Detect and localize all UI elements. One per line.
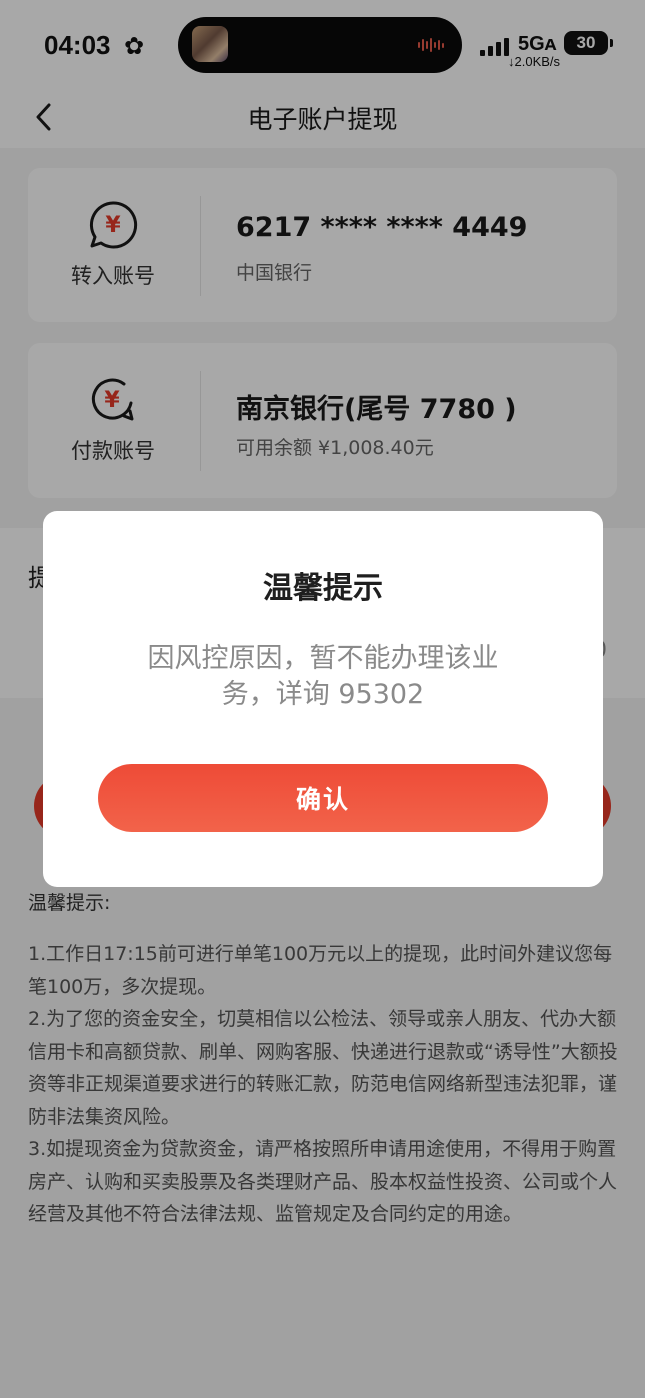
alert-dialog: 温馨提示 因风控原因，暂不能办理该业务，详询 95302 确认	[43, 511, 603, 887]
dialog-message: 因风控原因，暂不能办理该业务，详询 95302	[147, 643, 499, 710]
confirm-button[interactable]: 确认	[98, 764, 548, 832]
dialog-title: 温馨提示	[263, 571, 383, 606]
